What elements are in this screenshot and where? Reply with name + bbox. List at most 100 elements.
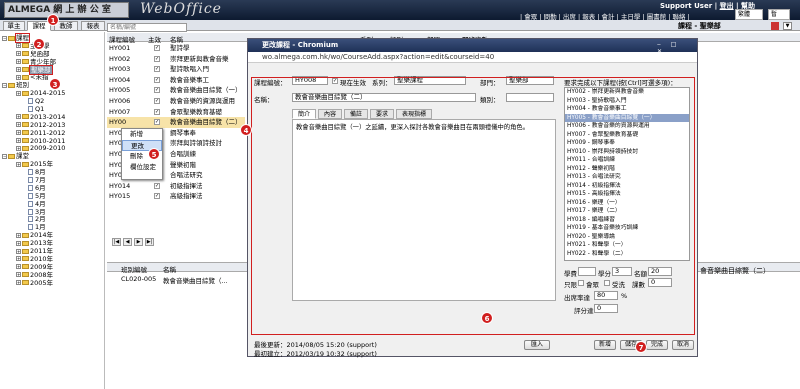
language-select[interactable]: 繁體 (735, 9, 763, 20)
next-page-icon[interactable]: ▶ (134, 238, 143, 246)
expand-icon[interactable]: + (16, 138, 21, 144)
callout-1: 1 (47, 14, 59, 26)
chevron-down-icon[interactable]: ▼ (783, 22, 792, 30)
row-name: 崇拜更新與教會音樂 (170, 54, 229, 63)
detail-caption: 會音樂曲目綜覽（二） (700, 267, 770, 275)
list-select[interactable]: 暫 (768, 9, 790, 20)
tree-item[interactable]: +主日學 (0, 42, 104, 51)
expand-icon[interactable]: + (16, 114, 21, 120)
tree-item-label: 2014-2015 (30, 89, 66, 98)
tree-item[interactable]: +2014-2015 (0, 89, 104, 98)
tree-item[interactable]: 6月 (0, 183, 104, 193)
folder-icon (22, 114, 29, 120)
user-name: Support User (660, 2, 713, 10)
table-row[interactable]: HY015 ✓ 高級指揮法 (107, 191, 257, 202)
expand-icon[interactable]: − (2, 35, 7, 41)
tree-item[interactable]: 3月 (0, 208, 104, 217)
tab-home[interactable]: 單主 (3, 21, 25, 31)
row-code: HY015 (109, 192, 131, 201)
table-row[interactable]: HY002 ✓ 崇拜更新與教會音樂 (107, 54, 257, 65)
callout-5: 5 (148, 148, 160, 160)
table-row[interactable]: HY00 ✓ 教會音樂曲目綜覽（二） (107, 117, 245, 128)
search-input[interactable]: 名稱/編號 (107, 23, 187, 32)
tab-reports[interactable]: 報表 (81, 21, 105, 31)
page-icon (28, 200, 33, 207)
class-row-code[interactable]: CL020-005 (121, 275, 156, 283)
expand-icon[interactable]: + (16, 232, 21, 238)
tree-item-label: 2013-2014 (30, 112, 66, 121)
expand-icon[interactable]: + (16, 240, 21, 246)
row-active-checkbox: ✓ (154, 98, 160, 104)
row-code: HY014 (109, 181, 131, 190)
tree-item-label: 6月 (35, 183, 46, 192)
menu-item-add[interactable]: 新增 (122, 129, 162, 140)
table-row[interactable]: HY004 ✓ 教會音樂事工 (107, 75, 257, 86)
cancel-button[interactable]: 取消 (672, 340, 694, 350)
table-row[interactable]: HY007 ✓ 會眾聖樂教育基礎 (107, 107, 257, 118)
expand-icon[interactable]: + (16, 122, 21, 128)
table-row[interactable]: HY014 ✓ 初級指揮法 (107, 181, 257, 192)
class-col-name[interactable]: 名稱 (163, 264, 176, 274)
row-name: 崇拜與詩領詩技討 (170, 139, 222, 148)
form-highlight-box (251, 77, 695, 335)
table-row[interactable]: HY001 ✓ 聖詩學 (107, 43, 257, 54)
tree-item[interactable]: 8月 (0, 168, 104, 177)
tree-item-label: 班別 (16, 81, 29, 90)
folder-icon (22, 138, 29, 144)
dialog-titlebar[interactable]: 更改課程 - Chromium (248, 39, 697, 52)
expand-icon[interactable]: + (16, 43, 21, 49)
logout-link[interactable]: 登出 (720, 2, 734, 10)
row-active-checkbox: ✓ (154, 108, 160, 115)
table-row[interactable]: HY005 ✓ 教會音樂曲目綜覽（一） (107, 85, 257, 96)
page-icon (28, 98, 33, 105)
expand-icon[interactable]: + (16, 90, 21, 96)
last-page-icon[interactable]: ▶| (145, 238, 154, 246)
expand-icon[interactable]: − (2, 82, 7, 88)
expand-icon[interactable]: − (2, 153, 7, 159)
tree-item[interactable]: 4月 (0, 200, 104, 209)
tree-item[interactable]: +2015年 (0, 160, 104, 169)
window-controls[interactable]: ‒ □ ✕ (657, 41, 693, 55)
first-page-icon[interactable]: |◀ (112, 238, 121, 246)
tree-item-label: 2008年 (30, 270, 54, 279)
class-col-code[interactable]: 班別編號 (121, 264, 147, 274)
table-row[interactable]: HY006 ✓ 教會音樂的資源與運用 (107, 96, 257, 107)
folder-icon (22, 232, 29, 238)
expand-icon[interactable]: + (16, 264, 21, 270)
row-code: HY002 (109, 54, 131, 63)
expand-icon[interactable]: + (16, 248, 21, 254)
class-row-name[interactable]: 教會音樂曲目綜覽（... (163, 275, 228, 285)
expand-icon[interactable]: + (16, 280, 21, 286)
new-button[interactable]: 新增 (594, 340, 616, 350)
expand-icon[interactable]: + (16, 145, 21, 151)
import-button[interactable]: 匯入 (524, 340, 550, 350)
expand-icon[interactable]: + (16, 256, 21, 262)
table-row[interactable]: HY003 ✓ 聖詩歌唱入門 (107, 64, 257, 75)
tree-item-label: 青少年部 (30, 57, 56, 66)
tree-item[interactable]: + 青少年部 (0, 57, 104, 67)
expand-icon[interactable]: + (16, 74, 21, 80)
prev-page-icon[interactable]: ◀ (123, 238, 132, 246)
tree-item[interactable]: Q2 (0, 97, 104, 106)
tree-item[interactable]: +2005年 (0, 279, 104, 288)
expand-icon[interactable]: + (16, 272, 21, 278)
tree-item[interactable]: 5月 (0, 192, 104, 201)
expand-icon[interactable]: + (16, 161, 21, 167)
page-icon (28, 106, 33, 113)
product-name: WebOffice (140, 1, 222, 17)
tree-item[interactable]: 7月 (0, 176, 104, 185)
expand-icon[interactable]: + (16, 51, 21, 57)
expand-icon[interactable]: + (16, 67, 21, 73)
folder-icon (22, 264, 29, 270)
row-code: HY001 (109, 44, 131, 52)
page-icon (28, 177, 33, 184)
menu-item-columns[interactable]: 欄位設定 (122, 162, 162, 173)
expand-icon[interactable]: + (16, 59, 21, 65)
tree-item[interactable]: − 課程 (0, 33, 104, 43)
tree-item-label: 2012-2013 (30, 120, 66, 129)
done-button[interactable]: 完成 (646, 340, 668, 350)
tree-item[interactable]: + 聖樂部 (0, 64, 104, 75)
print-icon[interactable] (771, 22, 779, 30)
tree-item[interactable]: 2月 (0, 216, 104, 224)
expand-icon[interactable]: + (16, 130, 21, 136)
